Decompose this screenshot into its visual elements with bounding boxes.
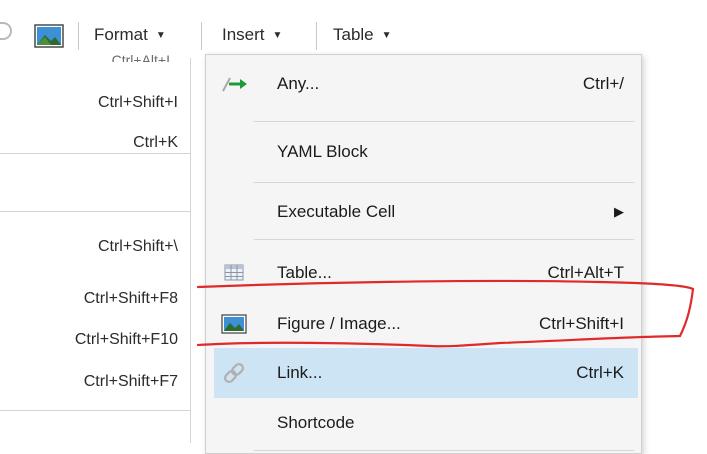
menu-divider <box>0 153 190 154</box>
menu-item-table[interactable]: Table... Ctrl+Alt+T <box>214 248 638 298</box>
menu-separator <box>254 121 634 122</box>
menu-separator <box>254 450 634 451</box>
table-menu-label: Table <box>333 25 374 44</box>
link-icon <box>223 362 245 384</box>
left-shortcut[interactable]: Ctrl+Shift+F7 <box>84 373 178 391</box>
menu-item-executable-cell[interactable]: Executable Cell ▶ <box>214 187 638 237</box>
left-shortcut[interactable]: Ctrl+Shift+F8 <box>84 290 178 308</box>
toolbar-separator <box>316 22 317 50</box>
menu-separator <box>254 239 634 240</box>
chevron-down-icon: ▼ <box>381 30 392 41</box>
left-shortcut[interactable]: Ctrl+Shift+I <box>98 94 178 112</box>
menu-item-label: Executable Cell <box>277 202 396 221</box>
menu-divider <box>0 410 190 411</box>
menu-item-label: Link... <box>277 363 323 382</box>
chevron-down-icon: ▼ <box>155 30 166 41</box>
insert-dropdown-menu: Any... Ctrl+/ YAML Block Executable Cell… <box>205 54 642 454</box>
insert-menu-button[interactable]: Insert ▼ <box>222 23 282 47</box>
menu-item-yaml-block[interactable]: YAML Block <box>214 127 638 177</box>
menu-item-figure-image[interactable]: Figure / Image... Ctrl+Shift+I <box>214 299 638 349</box>
submenu-arrow-icon: ▶ <box>614 204 624 219</box>
left-shortcut[interactable]: Ctrl+Shift+F10 <box>75 331 178 349</box>
menu-item-label: Table... <box>277 263 332 282</box>
left-shortcut[interactable]: Ctrl+K <box>133 134 178 152</box>
table-grid-icon <box>224 264 244 281</box>
image-icon <box>221 314 247 334</box>
toolbar-separator <box>201 22 202 50</box>
menu-item-label: Figure / Image... <box>277 314 401 333</box>
menu-item-label: Any... <box>277 74 320 93</box>
menu-separator <box>254 182 634 183</box>
left-shortcut[interactable]: Ctrl+Shift+\ <box>98 238 178 256</box>
format-menu-label: Format <box>94 25 148 44</box>
insert-any-arrow-icon <box>222 77 247 92</box>
editor-toolbar: Format ▼ Insert ▼ Table ▼ <box>0 0 707 58</box>
menu-item-link[interactable]: Link... Ctrl+K <box>214 348 638 398</box>
menu-item-shortcode[interactable]: Shortcode <box>214 398 638 448</box>
clipped-shortcut: Ctrl+Alt+I <box>111 52 170 62</box>
menu-item-shortcut: Ctrl+Shift+I <box>538 314 624 333</box>
menu-divider <box>0 211 190 212</box>
toolbar-separator <box>78 22 79 50</box>
insert-menu-label: Insert <box>222 25 265 44</box>
menu-item-shortcut: Ctrl+Alt+T <box>547 263 624 282</box>
underlying-format-menu: Ctrl+Alt+I Ctrl+Shift+I Ctrl+K Ctrl+Shif… <box>0 52 192 443</box>
format-menu-button[interactable]: Format ▼ <box>94 23 166 47</box>
menu-item-shortcut: Ctrl+K <box>576 363 624 382</box>
table-menu-button[interactable]: Table ▼ <box>333 23 392 47</box>
panel-divider <box>190 58 191 443</box>
chevron-down-icon: ▼ <box>272 30 283 41</box>
menu-item-any[interactable]: Any... Ctrl+/ <box>214 59 638 109</box>
menu-item-label: YAML Block <box>277 142 368 161</box>
toolbar-partial-icon[interactable] <box>0 22 12 40</box>
menu-item-shortcut: Ctrl+/ <box>582 74 624 93</box>
menu-item-label: Shortcode <box>277 413 355 432</box>
insert-image-icon[interactable] <box>34 24 64 48</box>
